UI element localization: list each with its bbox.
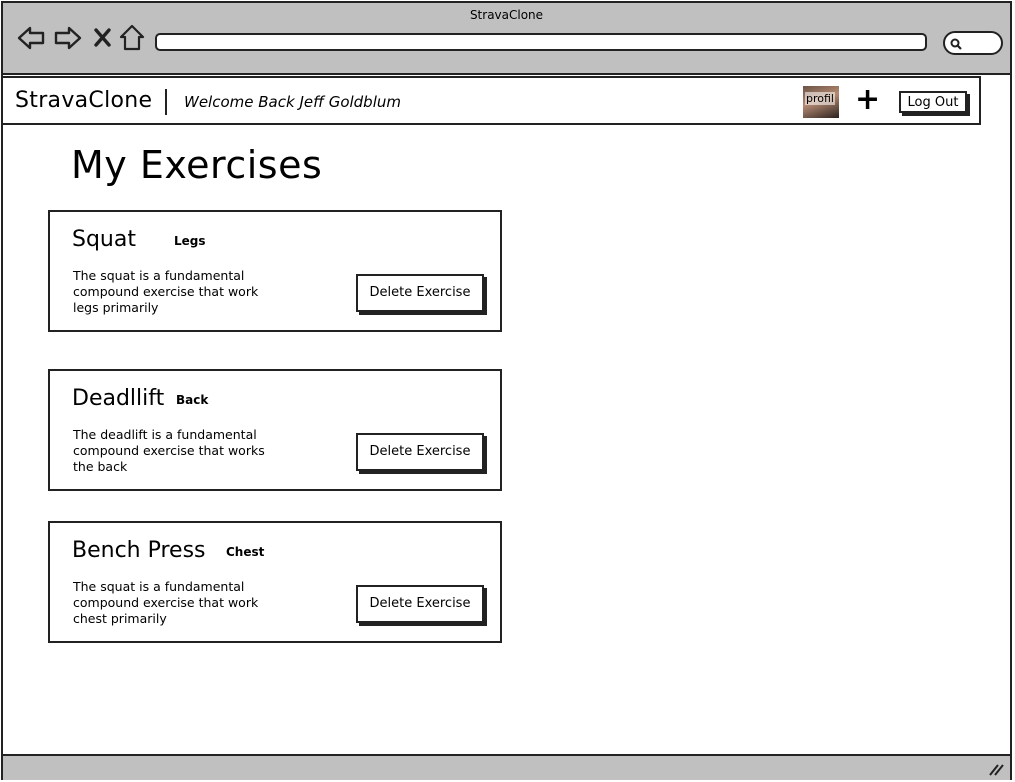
close-icon[interactable] xyxy=(92,23,114,53)
header-divider xyxy=(165,89,167,115)
back-arrow-icon[interactable] xyxy=(16,23,46,53)
exercise-description: The squat is a fundamental compound exer… xyxy=(73,268,259,315)
app-header: StravaClone Welcome Back Jeff Goldblum p… xyxy=(3,76,981,125)
exercise-card: Bench Press Chest The squat is a fundame… xyxy=(48,521,502,643)
exercise-tag: Back xyxy=(176,393,209,407)
browser-window: StravaClone StravaClone Welcome Back Jef… xyxy=(1,1,1012,780)
forward-arrow-icon[interactable] xyxy=(53,23,83,53)
browser-search-field[interactable] xyxy=(943,31,1003,55)
avatar[interactable]: profil xyxy=(803,86,839,118)
delete-exercise-button[interactable]: Delete Exercise xyxy=(356,433,484,471)
exercise-description: The squat is a fundamental compound exer… xyxy=(73,579,259,626)
avatar-label: profil xyxy=(805,92,835,105)
delete-exercise-button[interactable]: Delete Exercise xyxy=(356,585,484,623)
exercise-name: Squat xyxy=(72,227,136,252)
exercise-name: Bench Press xyxy=(72,538,206,563)
exercise-card: Squat Legs The squat is a fundamental co… xyxy=(48,210,502,332)
status-bar xyxy=(3,754,1010,780)
exercise-name: Deadllift xyxy=(72,386,165,411)
app-title[interactable]: StravaClone xyxy=(15,88,152,113)
page-title: My Exercises xyxy=(71,143,323,187)
resize-grip-icon[interactable] xyxy=(988,762,1004,776)
exercise-description: The deadlift is a fundamental compound e… xyxy=(73,427,265,474)
exercise-tag: Legs xyxy=(174,234,206,248)
exercise-card: Deadllift Back The deadlift is a fundame… xyxy=(48,369,502,491)
address-bar[interactable] xyxy=(155,33,927,51)
browser-chrome: StravaClone xyxy=(3,3,1010,75)
home-icon[interactable] xyxy=(118,23,146,53)
window-title: StravaClone xyxy=(469,8,544,22)
plus-icon[interactable]: + xyxy=(855,85,880,115)
welcome-message: Welcome Back Jeff Goldblum xyxy=(184,93,401,111)
logout-button[interactable]: Log Out xyxy=(899,91,967,113)
exercise-tag: Chest xyxy=(226,545,265,559)
delete-exercise-button[interactable]: Delete Exercise xyxy=(356,274,484,312)
search-icon xyxy=(950,38,962,50)
